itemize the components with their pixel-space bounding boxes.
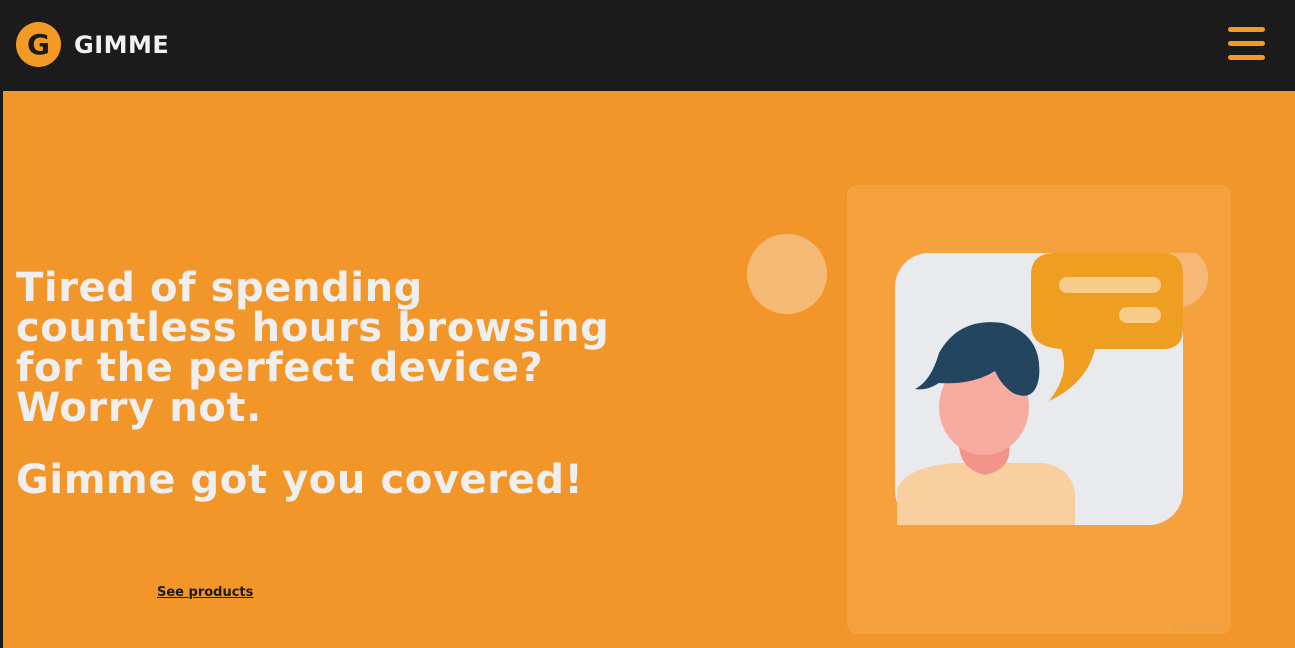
see-products-link[interactable]: See products <box>157 585 253 600</box>
hero-subheadline: Gimme got you covered! <box>16 457 584 503</box>
page: G GIMME Tired of spending countless hour… <box>0 0 1295 648</box>
menu-bar <box>1228 55 1265 60</box>
decorative-circle <box>747 234 827 314</box>
menu-bar <box>1228 41 1265 46</box>
speech-line-long <box>1059 277 1161 293</box>
illustration-card: © Gimme <box>847 185 1231 634</box>
brand-name: GIMME <box>74 30 170 59</box>
brand[interactable]: G GIMME <box>16 22 169 67</box>
hamburger-menu-icon[interactable] <box>1228 27 1265 61</box>
top-navigation-bar: G GIMME <box>0 0 1295 91</box>
person-with-speech-bubble-illustration <box>895 253 1208 525</box>
menu-bar <box>1228 27 1265 32</box>
hero-section: Tired of spending countless hours browsi… <box>3 91 1295 648</box>
logo-icon: G <box>16 22 61 67</box>
image-watermark: © Gimme <box>1170 621 1225 634</box>
speech-line-short <box>1119 307 1161 323</box>
hero-headline: Tired of spending countless hours browsi… <box>16 265 610 431</box>
